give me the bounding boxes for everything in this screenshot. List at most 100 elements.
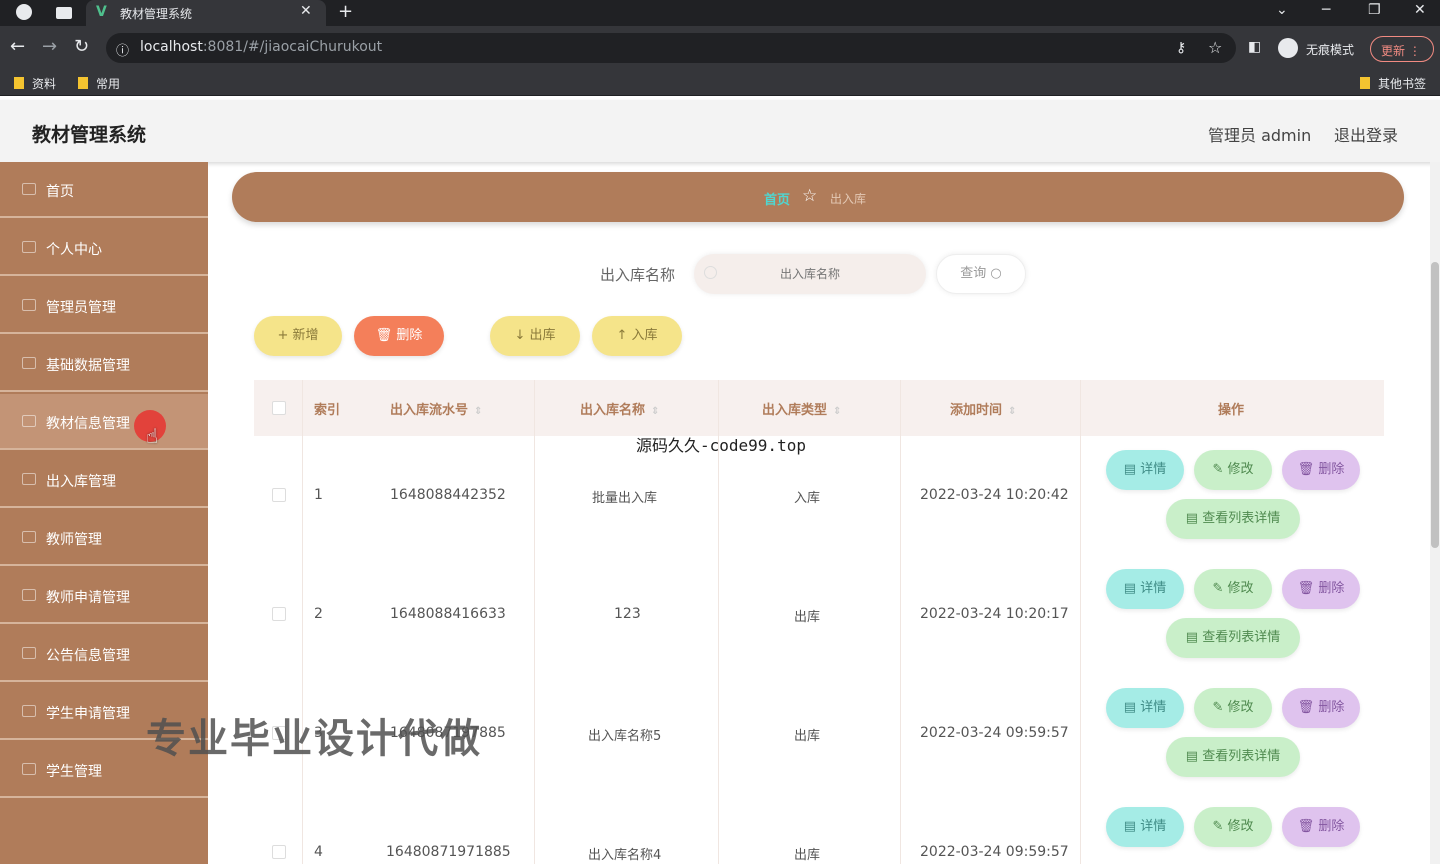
edit-button[interactable]: ✎ 修改 — [1194, 450, 1272, 490]
cell-serial: 1648088416633 — [390, 606, 506, 622]
sidebar-item-admin[interactable]: 管理员管理 — [0, 278, 208, 334]
search-field-wrap — [694, 254, 926, 294]
forward-icon[interactable]: → — [42, 36, 57, 57]
tab-title: 教材管理系统 — [120, 7, 193, 21]
sidebar-item-home[interactable]: 首页 — [0, 162, 208, 218]
arrow-up-icon: ↑ — [616, 328, 628, 343]
window-close-icon[interactable]: ✕ — [1414, 2, 1426, 18]
tab-close-icon[interactable]: ✕ — [300, 3, 312, 19]
cell-index: 4 — [314, 844, 323, 860]
header-serial[interactable]: 出入库流水号 ⇕ — [390, 399, 482, 418]
browser-menu-icon[interactable] — [16, 4, 32, 20]
query-button[interactable]: 查询 ○ — [936, 254, 1026, 294]
bookmark-folder-ziliao[interactable]: 资料 — [14, 75, 56, 92]
trash-icon: 🗑 — [375, 328, 393, 343]
apply-icon — [22, 589, 36, 601]
stock-in-button[interactable]: ↑ 入库 — [592, 316, 682, 356]
cell-type: 入库 — [794, 491, 821, 506]
list-detail-button[interactable]: ▤ 查看列表详情 — [1166, 499, 1300, 539]
row-delete-button[interactable]: 🗑 删除 — [1282, 450, 1360, 490]
current-user: 管理员 admin — [1208, 126, 1312, 145]
sidebar-item-teacher-apply[interactable]: 教师申请管理 — [0, 568, 208, 624]
detail-button[interactable]: ▤ 详情 — [1106, 807, 1184, 847]
bookmark-star-icon[interactable]: ☆ — [1208, 38, 1222, 57]
header-time[interactable]: 添加时间 ⇕ — [950, 399, 1016, 418]
sidebar-item-textbook[interactable]: 教材信息管理 — [0, 394, 208, 450]
detail-button[interactable]: ▤ 详情 — [1106, 688, 1184, 728]
restore-icon[interactable]: ❐ — [1368, 2, 1381, 18]
other-bookmarks[interactable]: 其他书签 — [1360, 75, 1426, 92]
delete-button[interactable]: 🗑 删除 — [354, 316, 444, 356]
sidebar-item-profile[interactable]: 个人中心 — [0, 220, 208, 276]
star-icon: ☆ — [802, 186, 818, 206]
row-delete-button[interactable]: 🗑 删除 — [1282, 807, 1360, 847]
vue-icon: V — [96, 4, 107, 20]
sort-icon: ⇕ — [1008, 406, 1017, 417]
row-checkbox[interactable] — [272, 845, 286, 859]
row-delete-button[interactable]: 🗑 删除 — [1282, 688, 1360, 728]
cell-index: 2 — [314, 606, 323, 622]
apply-icon — [22, 705, 36, 717]
logout-button[interactable]: 退出登录 — [1334, 122, 1398, 146]
list-detail-button[interactable]: ▤ 查看列表详情 — [1166, 618, 1300, 658]
update-button[interactable]: 更新 ⋮ — [1370, 36, 1434, 62]
breadcrumb-home[interactable]: 首页 — [764, 189, 790, 208]
edit-button[interactable]: ✎ 修改 — [1194, 569, 1272, 609]
scrollbar-thumb[interactable] — [1431, 262, 1439, 548]
back-icon[interactable]: ← — [10, 36, 25, 57]
detail-button[interactable]: ▤ 详情 — [1106, 569, 1184, 609]
reload-icon[interactable]: ↻ — [74, 36, 89, 57]
teacher-icon — [22, 531, 36, 543]
sidebar-item-stock[interactable]: 出入库管理 — [0, 452, 208, 508]
stock-icon — [22, 473, 36, 485]
sidebar-item-teacher[interactable]: 教师管理 — [0, 510, 208, 566]
cell-serial: 16480871971885 — [386, 844, 511, 860]
header-index: 索引 — [314, 403, 341, 418]
header-name[interactable]: 出入库名称 ⇕ — [580, 399, 659, 418]
edit-button[interactable]: ✎ 修改 — [1194, 807, 1272, 847]
detail-button[interactable]: ▤ 详情 — [1106, 450, 1184, 490]
cell-name: 出入库名称5 — [588, 729, 662, 744]
add-button[interactable]: + 新增 — [254, 316, 342, 356]
watermark-banner: 专业毕业设计代做 — [146, 716, 482, 762]
list-detail-button[interactable]: ▤ 查看列表详情 — [1166, 737, 1300, 777]
app-title: 教材管理系统 — [32, 124, 147, 146]
student-icon — [22, 763, 36, 775]
cell-name: 123 — [614, 606, 641, 622]
sort-icon: ⇕ — [474, 406, 483, 417]
select-all-checkbox[interactable] — [272, 401, 286, 415]
bookmark-folder-changyong[interactable]: 常用 — [78, 75, 120, 92]
cell-time: 2022-03-24 09:59:57 — [920, 725, 1069, 741]
cell-time: 2022-03-24 10:20:42 — [920, 487, 1069, 503]
sidebar-item-base-data[interactable]: 基础数据管理 — [0, 336, 208, 392]
folder-icon — [78, 77, 88, 89]
stock-out-button[interactable]: ↓ 出库 — [490, 316, 580, 356]
cell-time: 2022-03-24 09:59:57 — [920, 844, 1069, 860]
row-checkbox[interactable] — [272, 488, 286, 502]
tab-list-icon[interactable]: ⌄ — [1276, 2, 1288, 18]
admin-icon — [22, 299, 36, 311]
sidebar-panel-icon[interactable]: ◧ — [1248, 39, 1261, 55]
url-text[interactable]: localhost:8081/#/jiaocaiChurukout — [140, 39, 382, 55]
column-divider — [302, 380, 303, 864]
new-tab-icon[interactable]: + — [338, 1, 353, 22]
key-icon[interactable]: ⚷ — [1176, 40, 1186, 56]
row-delete-button[interactable]: 🗑 删除 — [1282, 569, 1360, 609]
folder-icon — [1360, 77, 1370, 89]
header-actions: 操作 — [1218, 403, 1245, 418]
site-info-icon[interactable]: ⓘ — [116, 40, 129, 59]
breadcrumb — [232, 172, 1404, 222]
row-checkbox[interactable] — [272, 607, 286, 621]
header-type[interactable]: 出入库类型 ⇕ — [762, 399, 841, 418]
minimize-icon[interactable]: ─ — [1322, 2, 1330, 18]
book-icon — [22, 415, 36, 427]
search-input[interactable] — [694, 254, 926, 294]
tab-search-icon[interactable] — [56, 7, 72, 19]
sidebar-item-notice[interactable]: 公告信息管理 — [0, 626, 208, 682]
cell-type: 出库 — [794, 729, 821, 744]
edit-button[interactable]: ✎ 修改 — [1194, 688, 1272, 728]
column-divider — [534, 380, 535, 864]
data-icon — [22, 357, 36, 369]
incognito-icon[interactable] — [1278, 38, 1298, 58]
search-label: 出入库名称 — [600, 266, 676, 284]
